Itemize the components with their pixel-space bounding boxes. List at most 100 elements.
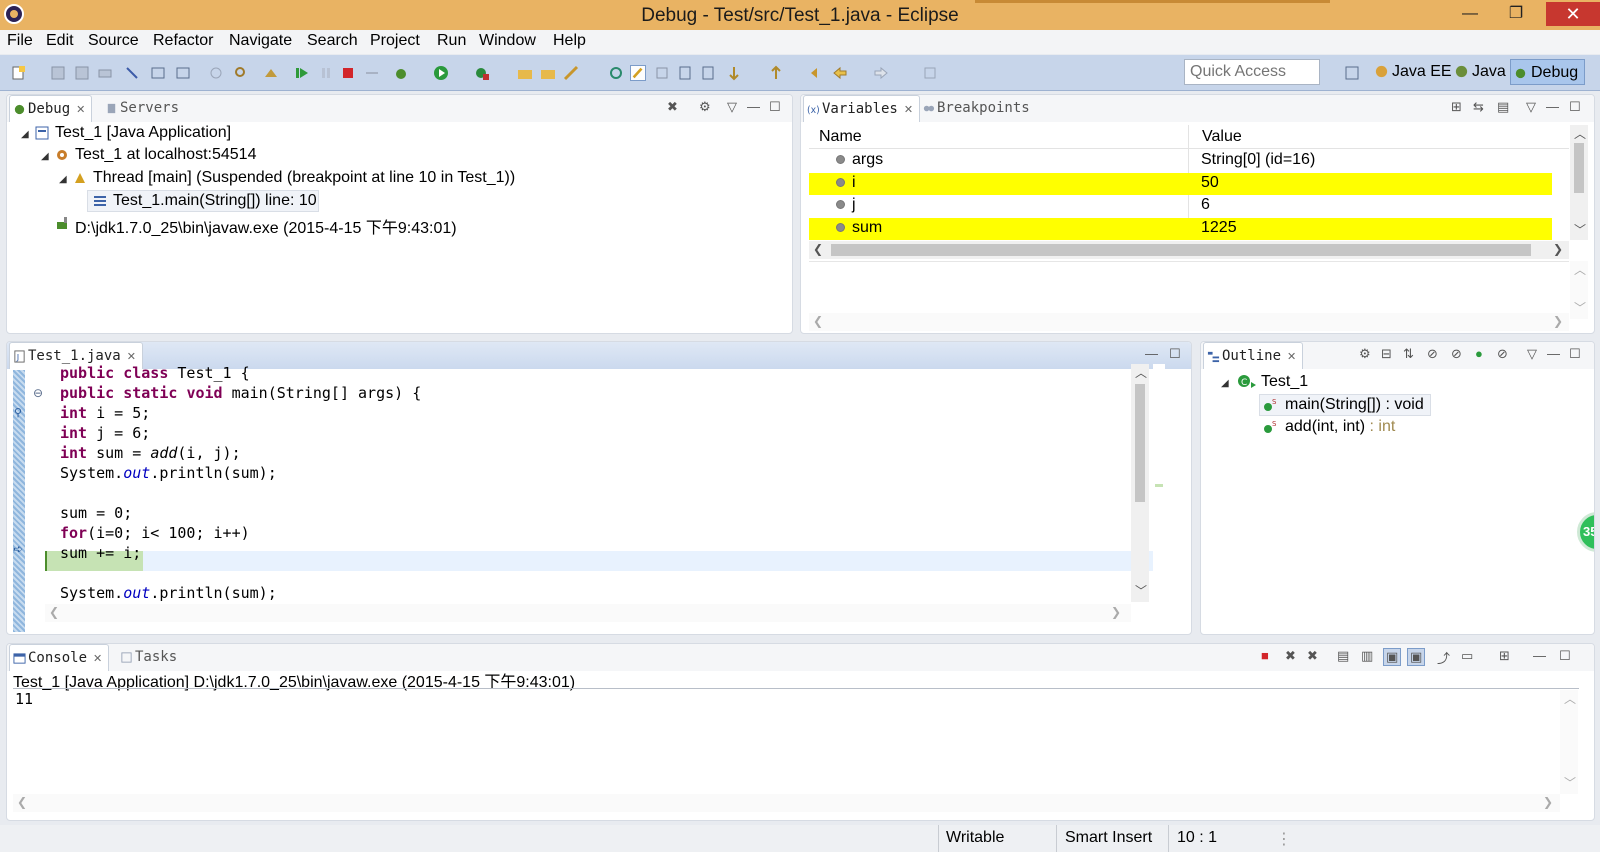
menu-project[interactable]: Project — [370, 32, 420, 50]
collapse-all-icon[interactable]: ⇆ — [1473, 99, 1484, 115]
show-on-stdout-icon[interactable]: ▣ — [1383, 648, 1402, 666]
tab-variables[interactable]: (x) Variables ✕ — [803, 95, 921, 122]
drop-to-frame-icon[interactable] — [263, 65, 279, 81]
last-edit-location-icon[interactable] — [809, 65, 825, 81]
open-perspective-icon[interactable] — [1344, 65, 1360, 81]
minimize-view-icon[interactable]: — — [1533, 648, 1546, 663]
new-class-icon[interactable] — [563, 65, 579, 81]
scroll-right-icon[interactable]: ❯ — [1111, 605, 1121, 619]
menu-window[interactable]: Window — [479, 32, 536, 50]
remove-terminated-icon[interactable]: ✖ — [667, 99, 678, 115]
new-file-icon[interactable] — [10, 65, 26, 81]
code-line[interactable]: for(i=0; i< 100; i++) — [60, 524, 250, 542]
tab-debug[interactable]: Debug ✕ — [9, 95, 93, 122]
close-window-button[interactable]: ✕ — [1546, 2, 1600, 26]
scroll-down-icon[interactable]: ﹀ — [1135, 582, 1147, 599]
variable-row-j[interactable]: j 6 — [809, 195, 1552, 217]
remove-launch-icon[interactable]: ✖ — [1285, 648, 1296, 664]
resume-icon[interactable] — [294, 65, 310, 81]
code-line[interactable]: public class Test_1 { — [60, 364, 250, 382]
instruction-pointer-icon[interactable]: ➪ — [13, 542, 23, 556]
code-line[interactable]: int i = 5; — [60, 404, 150, 422]
console-horizontal-scrollbar[interactable]: ❮ ❯ — [13, 794, 1560, 812]
scrollbar-thumb[interactable] — [1574, 143, 1584, 193]
close-tab-icon[interactable]: ✕ — [76, 103, 85, 116]
select-all-icon[interactable]: ▤ — [1497, 99, 1509, 115]
menu-file[interactable]: File — [7, 32, 33, 50]
scrollbar-thumb[interactable] — [831, 244, 1531, 256]
view-menu-icon[interactable]: ▽ — [1526, 99, 1536, 115]
code-line[interactable]: int sum = add(i, j); — [60, 444, 241, 462]
menu-run[interactable]: Run — [437, 32, 466, 50]
remove-all-terminated-icon[interactable]: ✖ — [1307, 648, 1318, 664]
tree-item-launch[interactable]: Test_1 [Java Application] — [55, 124, 231, 142]
quick-access-input[interactable] — [1184, 59, 1320, 85]
maximize-view-icon[interactable]: ☐ — [1169, 346, 1181, 362]
column-header-name[interactable]: Name — [819, 128, 862, 146]
editor-vertical-scrollbar[interactable]: ︿ ﹀ — [1131, 364, 1149, 602]
scroll-left-icon[interactable]: ❮ — [813, 242, 823, 256]
hide-local-types-icon[interactable]: ⊘ — [1497, 346, 1508, 362]
code-line[interactable]: public static void main(String[] args) { — [60, 384, 421, 402]
show-on-stderr-icon[interactable]: ▣ — [1407, 648, 1426, 666]
next-annotation-icon[interactable] — [726, 65, 742, 81]
scroll-down-icon[interactable]: ﹀ — [1564, 774, 1576, 791]
tab-tasks[interactable]: Tasks — [117, 644, 183, 671]
terminate-icon[interactable]: ■ — [1261, 648, 1269, 663]
debug-icon[interactable] — [393, 65, 409, 81]
scroll-up-icon[interactable]: ︿ — [1135, 364, 1147, 381]
close-tab-icon[interactable]: ✕ — [127, 350, 136, 363]
scroll-right-icon[interactable]: ❯ — [1553, 314, 1563, 328]
save-icon[interactable] — [50, 65, 66, 81]
close-tab-icon[interactable]: ✕ — [904, 103, 913, 116]
open-console-icon[interactable]: ⊞ — [1499, 648, 1510, 664]
toggle-mark-occurrences-icon[interactable] — [208, 65, 224, 81]
console-vertical-scrollbar[interactable]: ︿ ﹀ — [1560, 690, 1578, 794]
outline-class[interactable]: Test_1 — [1261, 373, 1308, 391]
maximize-view-icon[interactable]: ☐ — [769, 99, 781, 115]
paragraph-icon[interactable] — [700, 65, 716, 81]
hide-static-members-icon[interactable]: ⊘ — [1451, 346, 1462, 362]
close-tab-icon[interactable]: ✕ — [1287, 350, 1296, 363]
expand-triangle-icon[interactable]: ◢ — [21, 129, 29, 140]
floating-badge[interactable]: 35 — [1577, 512, 1594, 552]
code-line[interactable]: System.out.println(sum); — [60, 584, 277, 602]
maximize-view-icon[interactable]: ☐ — [1559, 648, 1571, 664]
code-line[interactable]: System.out.println(sum); — [60, 464, 277, 482]
debug-options-icon[interactable]: ⚙ — [699, 99, 711, 115]
details-horizontal-scrollbar[interactable]: ❮ ❯ — [809, 313, 1569, 331]
console-output[interactable]: 11 — [15, 690, 33, 708]
search-icon[interactable] — [233, 65, 249, 81]
open-perspective-java-icon[interactable] — [608, 65, 624, 81]
tab-breakpoints[interactable]: Breakpoints — [919, 95, 1036, 122]
open-type-icon[interactable] — [150, 65, 166, 81]
minimize-view-icon[interactable]: — — [1547, 346, 1560, 361]
new-java-project-icon[interactable] — [517, 65, 533, 81]
previous-annotation-icon[interactable] — [768, 65, 784, 81]
fold-collapse-icon[interactable]: ⊖ — [33, 386, 43, 400]
minimize-button[interactable]: — — [1450, 2, 1490, 26]
variables-vertical-scrollbar[interactable]: ︿ ﹀ — [1570, 125, 1588, 240]
display-selected-console-icon[interactable]: ▭ — [1461, 648, 1473, 664]
show-type-names-icon[interactable]: ⊞ — [1451, 99, 1462, 115]
perspective-java-ee[interactable]: Java EE — [1372, 59, 1452, 85]
hide-fields-icon[interactable]: ⊘ — [1427, 346, 1438, 362]
variable-row-sum[interactable]: sum 1225 — [809, 218, 1552, 240]
status-cursor-position[interactable]: 10 : 1 — [1177, 829, 1217, 847]
new-package-icon[interactable] — [540, 65, 556, 81]
terminate-icon[interactable] — [340, 65, 356, 81]
view-menu-icon[interactable]: ▽ — [1527, 346, 1537, 362]
perspective-java[interactable]: Java — [1452, 59, 1506, 85]
scroll-down-icon[interactable]: ﹀ — [1574, 221, 1586, 238]
expand-triangle-icon[interactable]: ◢ — [59, 174, 67, 185]
expand-triangle-icon[interactable]: ◢ — [1221, 378, 1229, 389]
expand-triangle-icon[interactable]: ◢ — [41, 151, 49, 162]
menu-source[interactable]: Source — [88, 32, 139, 50]
maximize-view-icon[interactable]: ☐ — [1569, 99, 1581, 115]
tab-console[interactable]: Console ✕ — [9, 644, 110, 671]
scroll-left-icon[interactable]: ❮ — [49, 605, 59, 619]
tab-outline[interactable]: Outline ✕ — [1203, 342, 1304, 369]
coverage-icon[interactable] — [474, 65, 490, 81]
scroll-up-icon[interactable]: ︿ — [1564, 690, 1576, 707]
maximize-view-icon[interactable]: ☐ — [1569, 346, 1581, 362]
